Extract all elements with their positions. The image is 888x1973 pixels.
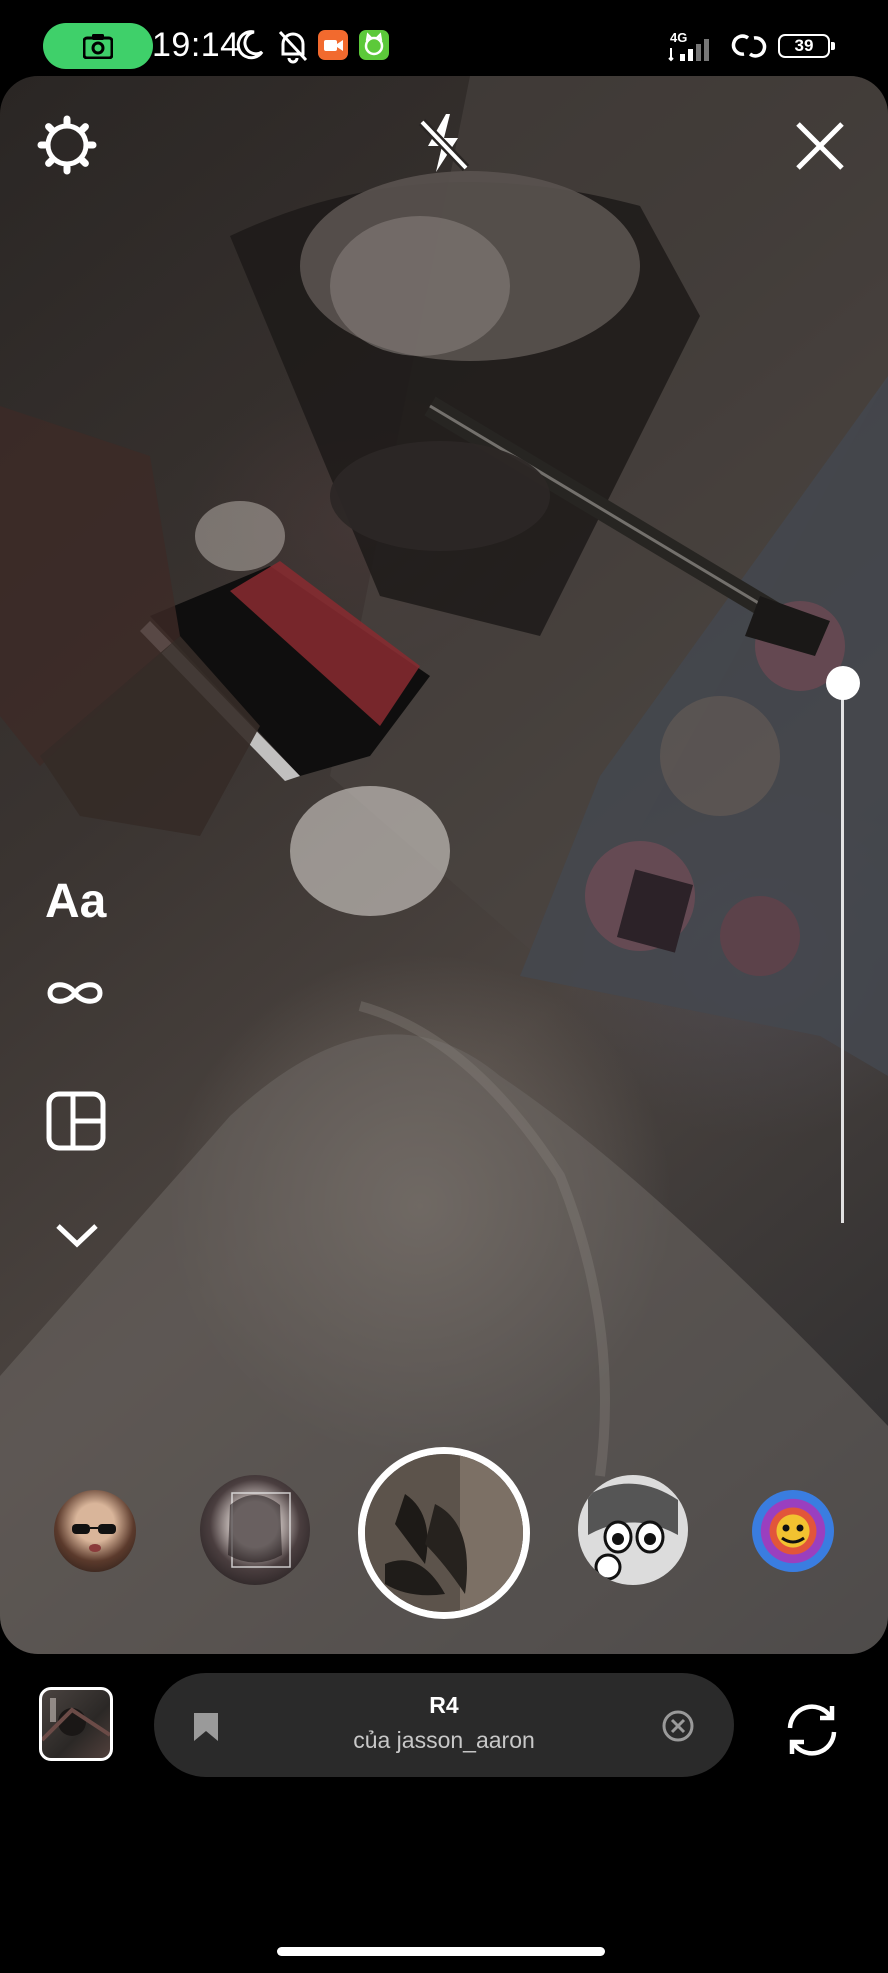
music-title: R4	[429, 1692, 459, 1718]
effect-3[interactable]	[578, 1475, 688, 1585]
flash-off-icon[interactable]	[412, 110, 474, 176]
music-artist: của jasson_aaron	[353, 1727, 535, 1753]
effect-frame-icon	[228, 1492, 291, 1568]
infinity-icon[interactable]	[44, 976, 106, 1010]
layout-icon[interactable]	[46, 1091, 106, 1151]
signal-icon	[668, 39, 709, 62]
camera-scene-image	[0, 76, 888, 1654]
music-sticker-pill[interactable]: R4 của jasson_aaron	[154, 1673, 734, 1777]
status-time: 19:14	[152, 26, 240, 64]
battery-icon: 39	[778, 34, 835, 58]
camera-in-use-indicator	[43, 23, 153, 69]
link-icon	[731, 34, 767, 58]
camera-flip-icon[interactable]	[782, 1700, 842, 1760]
zoom-slider-handle[interactable]	[826, 666, 860, 700]
camera-preview[interactable]: Aa	[0, 76, 888, 1654]
capture-button[interactable]	[358, 1447, 530, 1619]
settings-gear-icon[interactable]	[36, 114, 98, 176]
moon-icon	[236, 30, 264, 60]
gallery-preview-image	[42, 1698, 110, 1742]
close-circle-icon[interactable]	[661, 1709, 695, 1743]
effect-manga-icon	[588, 1483, 678, 1581]
effect-melting-smiley-icon	[781, 1524, 805, 1544]
home-indicator[interactable]	[277, 1947, 605, 1956]
camera-icon	[83, 34, 113, 59]
effect-1[interactable]	[54, 1490, 136, 1572]
zoom-slider-track[interactable]	[841, 683, 844, 1223]
gallery-thumbnail[interactable]	[39, 1687, 113, 1761]
effect-face-sunglasses-icon	[72, 1524, 116, 1552]
cat-app-icon	[359, 30, 389, 60]
effect-2[interactable]	[200, 1475, 310, 1585]
video-app-icon	[318, 30, 348, 60]
create-text-button[interactable]: Aa	[45, 874, 106, 929]
bell-off-icon	[278, 30, 308, 64]
effect-4[interactable]	[752, 1490, 834, 1572]
shutter-preview-image	[365, 1454, 523, 1612]
chevron-down-icon[interactable]	[54, 1222, 100, 1250]
close-icon[interactable]	[794, 120, 846, 172]
